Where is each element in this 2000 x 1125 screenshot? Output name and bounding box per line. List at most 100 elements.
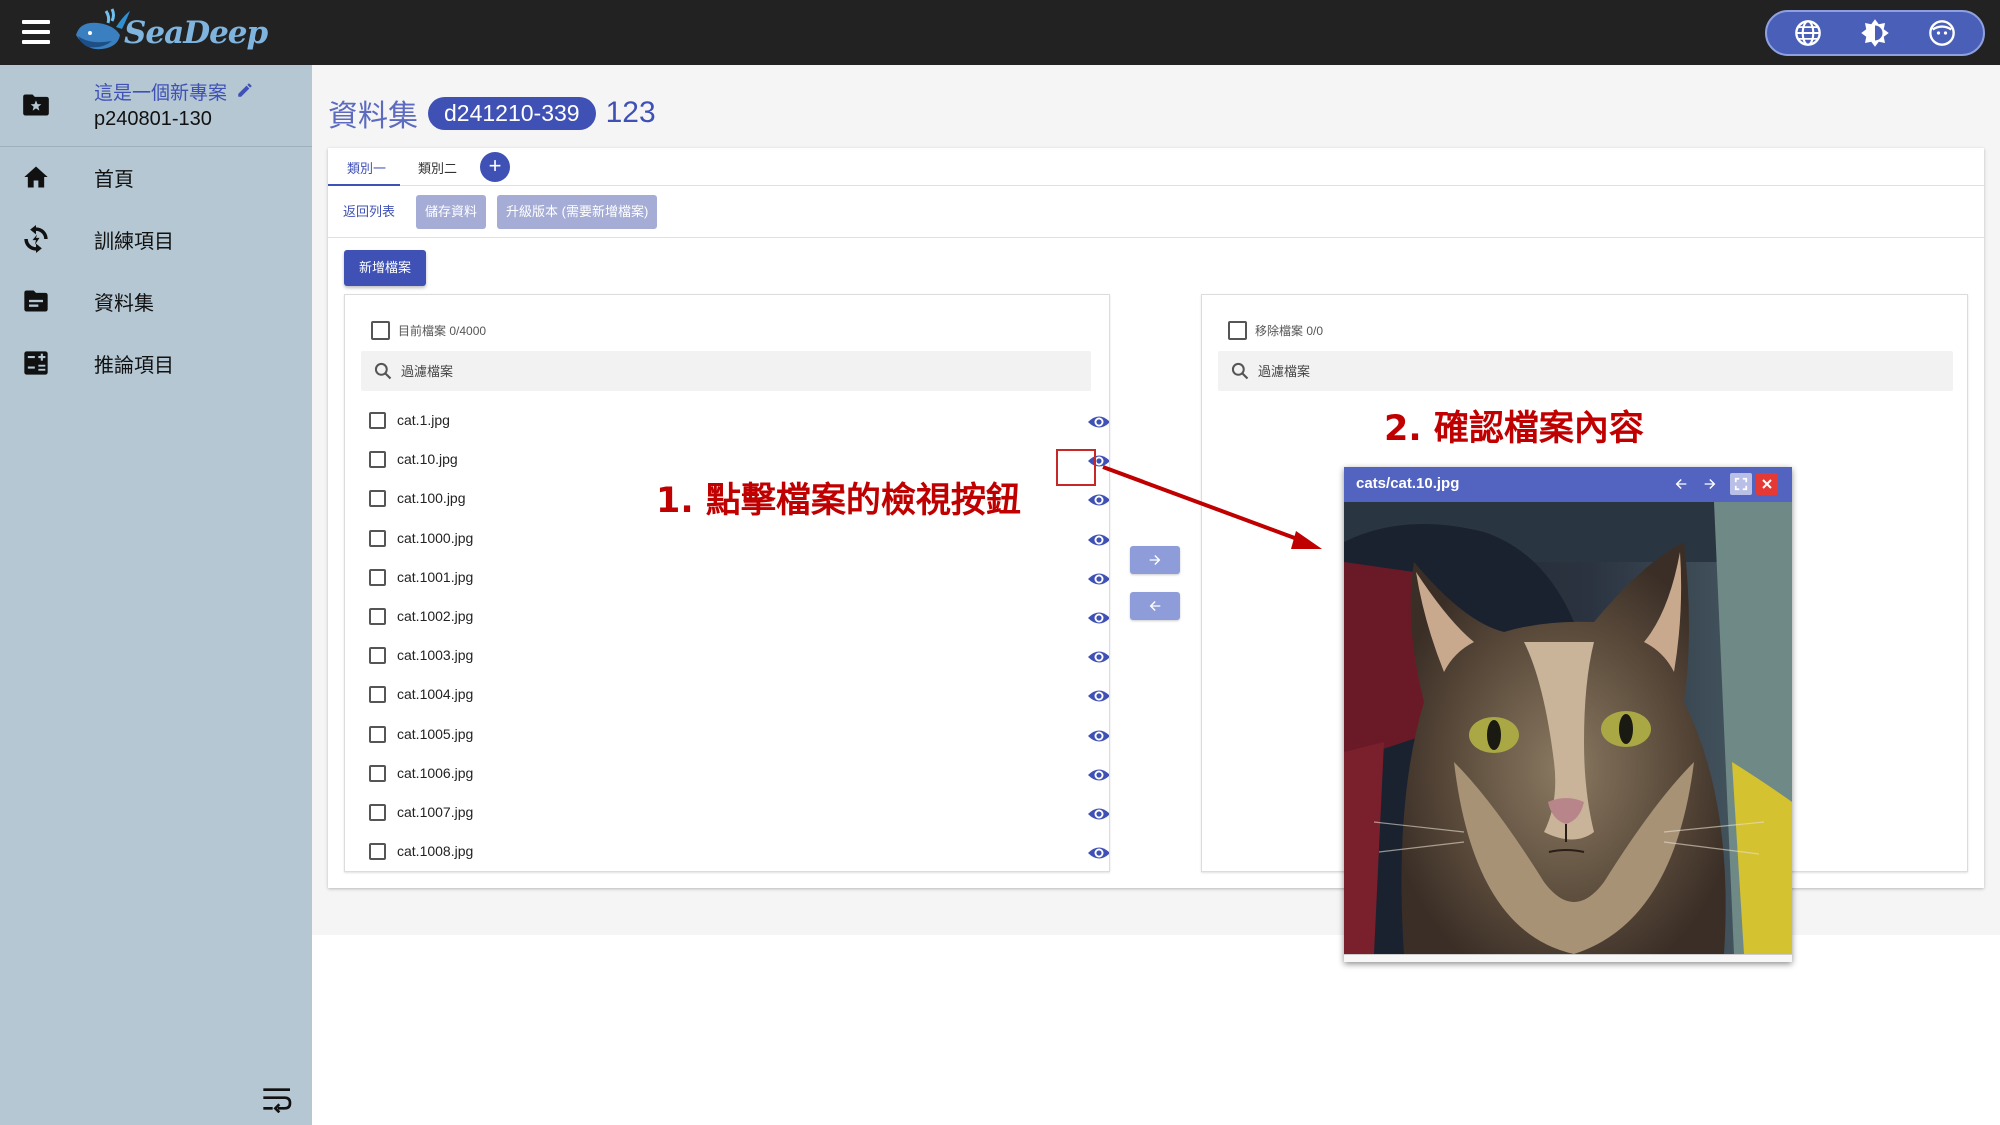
dataset-toolbar: 返回列表 儲存資料 升級版本 (需要新增檔案) <box>328 186 1984 238</box>
file-list-item[interactable]: cat.1004.jpg <box>369 680 1109 712</box>
view-eye-icon[interactable] <box>1087 802 1110 826</box>
move-right-button[interactable] <box>1130 546 1180 574</box>
home-icon <box>24 166 48 188</box>
select-all-removed-checkbox[interactable] <box>1228 320 1247 340</box>
file-list-item[interactable]: cat.1001.jpg <box>369 563 1109 595</box>
current-files-panel: 目前檔案 0/4000 cat.1.jpg cat.10.jpg cat.100.j… <box>344 294 1110 872</box>
highlight-box <box>1056 449 1096 486</box>
viewer-prev-icon[interactable] <box>1670 473 1692 495</box>
star-folder-icon <box>23 94 49 116</box>
image-viewer-window: cats/cat.10.jpg <box>1344 467 1792 962</box>
view-eye-icon[interactable] <box>1087 606 1110 630</box>
file-list-item[interactable]: cat.1008.jpg <box>369 837 1109 869</box>
upgrade-version-button[interactable]: 升級版本 (需要新增檔案) <box>497 195 658 229</box>
view-eye-icon[interactable] <box>1087 724 1110 748</box>
save-button[interactable]: 儲存資料 <box>416 195 487 229</box>
file-checkbox[interactable] <box>369 804 386 821</box>
file-list-item[interactable]: cat.1.jpg <box>369 406 1109 438</box>
file-name: cat.1002.jpg <box>397 608 474 624</box>
select-all-checkbox[interactable] <box>371 320 390 340</box>
view-eye-icon[interactable] <box>1087 410 1110 434</box>
file-checkbox[interactable] <box>369 725 386 743</box>
search-icon <box>374 362 392 380</box>
file-list-item[interactable]: cat.1000.jpg <box>369 524 1109 556</box>
file-name: cat.1.jpg <box>397 412 450 428</box>
file-checkbox[interactable] <box>369 529 386 547</box>
face-icon[interactable] <box>1925 16 1959 50</box>
brightness-icon[interactable] <box>1858 16 1892 50</box>
view-eye-icon[interactable] <box>1087 684 1110 708</box>
file-name: cat.1007.jpg <box>397 804 474 820</box>
view-eye-icon[interactable] <box>1087 488 1110 512</box>
removed-files-header: 移除檔案 0/0 <box>1228 319 1323 341</box>
filter-files-input[interactable] <box>401 359 701 383</box>
viewer-title-bar[interactable]: cats/cat.10.jpg <box>1344 467 1792 502</box>
sidebar: 這是一個新專案 p240801-130 首頁 訓練項目 資料集 推論項目 <box>0 65 312 1125</box>
file-checkbox[interactable] <box>369 451 386 469</box>
file-list-item[interactable]: cat.1005.jpg <box>369 720 1109 752</box>
back-to-list-button[interactable]: 返回列表 <box>337 195 401 229</box>
file-checkbox[interactable] <box>369 686 386 704</box>
file-checkbox[interactable] <box>369 412 386 429</box>
sidebar-item-label: 首頁 <box>94 168 134 191</box>
file-list-item[interactable]: cat.1003.jpg <box>369 641 1109 673</box>
view-eye-icon[interactable] <box>1087 645 1110 669</box>
tab-category-2[interactable]: 類別二 <box>418 158 457 177</box>
sidebar-item-label: 資料集 <box>94 292 154 315</box>
page-title: 資料集 <box>328 100 418 133</box>
viewer-maximize-icon[interactable] <box>1730 473 1752 495</box>
logo-text: SeaDeep <box>124 15 268 51</box>
removed-files-title: 移除檔案 0/0 <box>1255 323 1324 338</box>
file-checkbox[interactable] <box>369 843 386 861</box>
top-actions-group <box>1765 10 1985 56</box>
file-checkbox[interactable] <box>369 568 386 586</box>
file-list-item[interactable]: cat.1007.jpg <box>369 798 1109 830</box>
project-header: 這是一個新專案 p240801-130 <box>0 65 312 147</box>
annotation-step-2: 2. 確認檔案內容 <box>1384 409 1644 449</box>
sidebar-item-dataset[interactable]: 資料集 <box>0 273 312 329</box>
page-title-row: 資料集 d241210-339 123 <box>328 92 656 134</box>
move-left-button[interactable] <box>1130 592 1180 620</box>
app-logo[interactable]: SeaDeep <box>72 4 268 62</box>
arrow-left-icon <box>1149 601 1161 611</box>
dataset-icon <box>24 290 48 312</box>
sidebar-item-training[interactable]: 訓練項目 <box>0 211 312 267</box>
sidebar-item-label: 推論項目 <box>94 354 174 377</box>
cat-image <box>1344 502 1792 954</box>
file-name: cat.1005.jpg <box>397 725 474 742</box>
view-eye-icon[interactable] <box>1087 763 1110 787</box>
file-name: cat.1001.jpg <box>397 568 474 585</box>
whale-logo-icon <box>76 8 130 50</box>
viewer-close-icon[interactable] <box>1756 473 1778 495</box>
tab-category-1[interactable]: 類別一 <box>347 158 386 177</box>
file-list-item[interactable]: cat.1002.jpg <box>369 602 1109 634</box>
viewer-next-icon[interactable] <box>1699 473 1721 495</box>
sidebar-item-label: 訓練項目 <box>94 230 174 253</box>
file-name: cat.100.jpg <box>397 490 466 507</box>
file-name: cat.1004.jpg <box>397 686 474 703</box>
main-bottom-area <box>312 935 2000 1125</box>
file-checkbox[interactable] <box>369 490 386 508</box>
view-eye-icon[interactable] <box>1087 841 1110 865</box>
project-name[interactable]: 這是一個新專案 <box>94 78 227 105</box>
annotation-step-1: 1. 點擊檔案的檢視按鈕 <box>656 481 1021 521</box>
dataset-id-chip: d241210-339 <box>428 96 596 130</box>
file-checkbox[interactable] <box>369 647 386 665</box>
search-icon <box>1231 362 1249 380</box>
wrap-collapse-icon[interactable] <box>262 1085 294 1113</box>
edit-pencil-icon[interactable] <box>236 81 254 99</box>
globe-icon[interactable] <box>1791 16 1825 50</box>
current-files-header: 目前檔案 0/4000 <box>371 319 486 341</box>
file-checkbox[interactable] <box>369 764 386 782</box>
sidebar-item-home[interactable]: 首頁 <box>0 149 312 205</box>
hamburger-icon[interactable] <box>22 20 50 44</box>
view-eye-icon[interactable] <box>1087 528 1110 552</box>
filter-removed-files-input[interactable] <box>1258 359 1558 383</box>
sidebar-item-inference[interactable]: 推論項目 <box>0 335 312 391</box>
add-category-button[interactable]: + <box>480 152 510 182</box>
add-file-button[interactable]: 新增檔案 <box>344 250 427 286</box>
file-list-item[interactable]: cat.1006.jpg <box>369 759 1109 791</box>
viewer-title: cats/cat.10.jpg <box>1356 475 1460 492</box>
file-checkbox[interactable] <box>369 608 386 625</box>
view-eye-icon[interactable] <box>1087 567 1110 591</box>
